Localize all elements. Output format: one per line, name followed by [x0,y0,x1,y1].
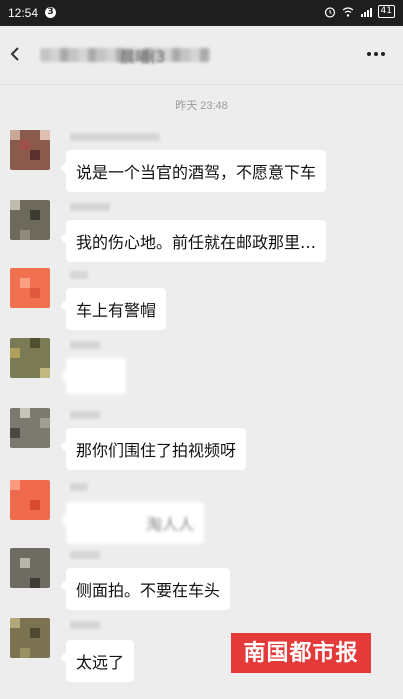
avatar[interactable] [10,130,50,170]
avatar[interactable] [10,548,50,588]
avatar[interactable] [10,480,50,520]
message-bubble[interactable]: 那你们围住了拍视频呀 [59,428,247,470]
alarm-icon [324,6,335,18]
newspaper-logo: 南国都市报 [231,633,371,673]
message-bubble[interactable]: 侧面拍。不要在车头 [59,568,231,610]
sender-name [70,621,100,629]
avatar[interactable] [10,408,50,448]
sender-name [70,411,100,419]
sender-name [70,271,88,279]
message-bubble-blurred[interactable] [60,358,126,394]
chat-header: 晨曦(3 [0,26,403,85]
status-bar: 12:54 3 41 [0,0,403,26]
battery-indicator: 41 [377,5,395,18]
notification-count-badge: 3 [45,7,56,18]
avatar[interactable] [10,200,50,240]
sender-name [70,551,100,559]
avatar[interactable] [10,618,50,658]
message-bubble[interactable]: 车上有警帽 [59,288,167,330]
avatar[interactable] [10,268,50,308]
message-timestamp: 昨天 23:48 [175,100,228,112]
wifi-icon [342,6,353,17]
sender-name [70,341,100,349]
message-bubble[interactable]: 说是一个当官的酒驾，不愿意下车 [59,150,327,192]
chat-title: 晨曦(3 [120,48,166,66]
sender-name [70,483,88,491]
sender-name [70,203,110,211]
status-icons: 41 [324,5,395,18]
sender-name [70,133,160,141]
message-bubble[interactable]: 我的伤心地。前任就在邮政那里… [59,220,327,262]
avatar[interactable] [10,338,50,378]
back-arrow-icon[interactable] [8,46,24,62]
status-time: 12:54 [8,6,39,20]
more-options-icon[interactable] [365,48,387,60]
signal-icon [360,7,372,17]
message-bubble-blurred[interactable]: 淘人人 [59,502,205,544]
message-bubble[interactable]: 太远了 [59,640,135,682]
